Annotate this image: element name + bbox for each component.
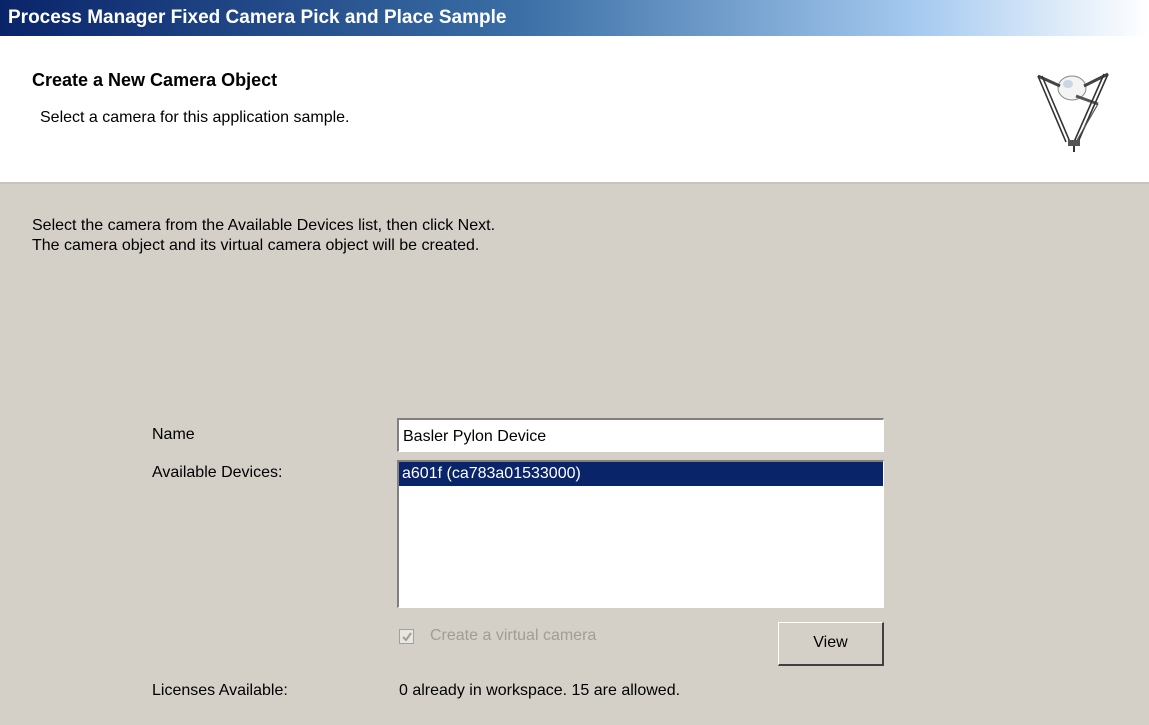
wizard-window: Process Manager Fixed Camera Pick and Pl… [0, 0, 1149, 725]
licenses-available-label: Licenses Available: [152, 682, 288, 699]
wizard-header: Create a New Camera Object Select a came… [0, 36, 1149, 184]
title-bar[interactable]: Process Manager Fixed Camera Pick and Pl… [0, 0, 1149, 36]
page-title: Create a New Camera Object [32, 70, 278, 90]
name-label: Name [152, 426, 195, 443]
instructions: Select the camera from the Available Dev… [32, 216, 495, 256]
list-item[interactable]: a601f (ca783a01533000) [399, 462, 883, 486]
instruction-line-2: The camera object and its virtual camera… [32, 237, 480, 254]
checkmark-icon [402, 631, 412, 642]
page-subtitle: Select a camera for this application sam… [40, 109, 350, 126]
delta-robot-icon [1037, 72, 1109, 152]
create-virtual-camera-checkbox-row: Create a virtual camera [399, 625, 596, 647]
window-title: Process Manager Fixed Camera Pick and Pl… [8, 7, 507, 28]
available-devices-label: Available Devices: [152, 464, 283, 481]
instruction-line-1: Select the camera from the Available Dev… [32, 217, 496, 234]
create-virtual-camera-label: Create a virtual camera [430, 627, 597, 644]
name-field[interactable]: Basler Pylon Device [397, 418, 884, 452]
available-devices-list[interactable]: a601f (ca783a01533000) [397, 460, 884, 608]
licenses-available-value: 0 already in workspace. 15 are allowed. [399, 682, 681, 699]
view-button[interactable]: View [778, 622, 884, 666]
create-virtual-camera-checkbox[interactable] [399, 628, 414, 644]
